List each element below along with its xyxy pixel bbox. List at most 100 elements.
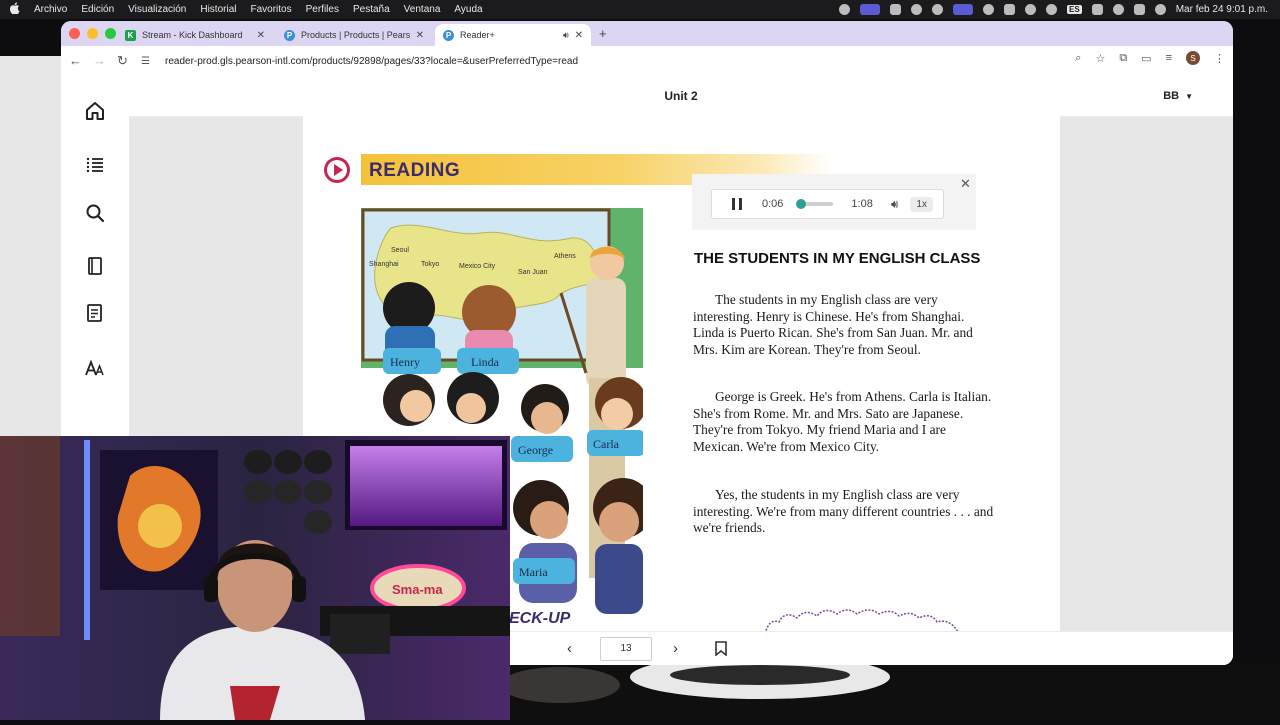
apple-menu-icon[interactable]: [9, 2, 24, 17]
webcam-scene: Sma-ma: [0, 436, 510, 720]
media-control-icon[interactable]: ▭: [1141, 52, 1151, 65]
chevron-down-icon[interactable]: ▼: [1185, 92, 1193, 101]
headphones-icon[interactable]: [1025, 4, 1037, 15]
home-icon[interactable]: [83, 99, 107, 123]
back-arrow-icon[interactable]: ←: [69, 53, 82, 68]
map-label: Tokyo: [421, 261, 439, 268]
audio-player: 0:06 1:08 🔊︎ 1x: [711, 189, 944, 219]
screen-record-icon[interactable]: [860, 4, 881, 15]
contents-list-icon[interactable]: [83, 153, 107, 177]
student-name-label: Maria: [519, 565, 548, 579]
section-heading-partial: ECK-UP: [509, 610, 571, 627]
tab-reader[interactable]: P Reader+ 🔊︎ ✕: [435, 24, 591, 46]
map-label: San Juan: [518, 269, 548, 276]
background-desktop: [500, 655, 1280, 720]
menu-edicion[interactable]: Edición: [81, 4, 114, 15]
tab-close-icon[interactable]: ✕: [257, 30, 265, 41]
toolbar-actions: ⌕ ☆ ⧉ ▭ ≡ S ⋮: [1075, 51, 1225, 65]
tab-kick-dashboard[interactable]: K Stream - Kick Dashboard ✕: [117, 24, 273, 46]
tab-close-icon[interactable]: ✕: [416, 30, 424, 41]
extensions-icon[interactable]: ⧉: [1119, 52, 1127, 65]
menu-favoritos[interactable]: Favoritos: [250, 4, 291, 15]
search-icon[interactable]: [1112, 4, 1124, 15]
url-text[interactable]: reader-prod.gls.pearson-intl.com/product…: [165, 56, 578, 67]
audio-seek-slider[interactable]: [795, 199, 834, 209]
student-name-label: Linda: [471, 355, 500, 369]
menubar-status-area: ES Mar feb 24 9:01 p.m.: [839, 0, 1268, 19]
user-initials[interactable]: BB: [1163, 90, 1179, 102]
seek-handle[interactable]: [795, 199, 806, 209]
bluetooth-icon[interactable]: [1004, 4, 1016, 15]
browser-menu-icon[interactable]: ⋮: [1214, 52, 1225, 65]
menu-pestana[interactable]: Pestaña: [353, 4, 390, 15]
blurred-desktop-shapes: [500, 655, 890, 703]
map-label: Athens: [554, 253, 576, 260]
window-switch-icon[interactable]: [953, 4, 974, 15]
audio-current-time: 0:06: [762, 198, 784, 210]
menu-historial[interactable]: Historial: [200, 4, 236, 15]
bookmark-icon[interactable]: [715, 641, 727, 656]
next-page-button[interactable]: ›: [673, 640, 678, 657]
map-label: Seoul: [391, 247, 409, 254]
zoom-icon[interactable]: ⌕: [1075, 52, 1081, 65]
reading-list-icon[interactable]: ≡: [1166, 52, 1172, 64]
map-label: Mexico City: [459, 263, 496, 270]
play-icon[interactable]: [911, 4, 923, 15]
text-size-icon[interactable]: [83, 356, 107, 380]
tab-title: Stream - Kick Dashboard: [142, 30, 243, 40]
volume-icon[interactable]: 🔊︎: [891, 197, 899, 212]
record-icon[interactable]: [983, 4, 995, 15]
menu-ayuda[interactable]: Ayuda: [454, 4, 482, 15]
profile-avatar[interactable]: S: [1186, 51, 1200, 65]
article-paragraph: George is Greek. He's from Athens. Carla…: [693, 389, 992, 455]
address-bar[interactable]: ☰ reader-prod.gls.pearson-intl.com/produ…: [141, 50, 1165, 73]
timer-icon[interactable]: [932, 4, 944, 15]
tab-close-icon[interactable]: ✕: [575, 30, 583, 41]
status-icon[interactable]: [839, 4, 851, 15]
user-menu[interactable]: BB ▼: [1163, 90, 1193, 102]
close-icon[interactable]: ✕: [960, 176, 971, 192]
window-controls: [69, 28, 116, 39]
menu-perfiles[interactable]: Perfiles: [306, 4, 339, 15]
user-icon[interactable]: [1046, 4, 1058, 15]
bookmark-star-icon[interactable]: ☆: [1095, 52, 1105, 65]
notes-icon[interactable]: [83, 301, 107, 325]
cloud-icon[interactable]: [890, 4, 902, 15]
previous-page-button[interactable]: ‹: [567, 640, 572, 657]
minimize-window-button[interactable]: [87, 28, 98, 39]
forward-arrow-icon[interactable]: →: [93, 53, 106, 68]
audio-duration: 1:08: [851, 198, 873, 210]
wifi-icon[interactable]: [1091, 4, 1103, 15]
student-name-label: Henry: [390, 355, 420, 369]
article-title: THE STUDENTS IN MY ENGLISH CLASS: [694, 250, 981, 267]
search-icon[interactable]: [83, 201, 107, 225]
pearson-favicon-icon: P: [284, 29, 295, 41]
menu-ventana[interactable]: Ventana: [404, 4, 441, 15]
notebook-icon[interactable]: [83, 254, 107, 278]
close-window-button[interactable]: [69, 28, 80, 39]
pause-icon[interactable]: [732, 198, 742, 210]
reading-section-icon: [324, 157, 350, 183]
kick-favicon-icon: K: [125, 29, 136, 41]
tab-pearson-products[interactable]: P Products | Products | Pearson ✕: [276, 24, 432, 46]
playback-speed-button[interactable]: 1x: [910, 196, 933, 212]
unit-title: Unit 2: [664, 89, 698, 103]
map-label: Shanghai: [369, 261, 399, 268]
siri-icon[interactable]: [1154, 4, 1166, 15]
control-center-icon[interactable]: [1133, 4, 1145, 15]
neon-sign-text: Sma-ma: [392, 582, 443, 597]
input-source-indicator[interactable]: ES: [1067, 5, 1082, 14]
student-name-label: Carla: [593, 437, 620, 451]
mac-menu-bar: Chrome Archivo Edición Visualización His…: [0, 0, 1280, 644]
new-tab-button[interactable]: +: [599, 26, 607, 41]
menubar-clock[interactable]: Mar feb 24 9:01 p.m.: [1176, 4, 1268, 15]
page-number-input[interactable]: 13: [600, 637, 652, 661]
site-settings-icon[interactable]: ☰: [141, 56, 157, 67]
zoom-window-button[interactable]: [105, 28, 116, 39]
reload-icon[interactable]: ↻: [117, 53, 128, 69]
menu-archivo[interactable]: Archivo: [34, 4, 67, 15]
pearson-favicon-icon: P: [443, 29, 454, 41]
article-paragraph: Yes, the students in my English class ar…: [693, 487, 994, 536]
speaker-icon[interactable]: 🔊︎: [563, 30, 569, 41]
menu-visualizacion[interactable]: Visualización: [128, 4, 186, 15]
